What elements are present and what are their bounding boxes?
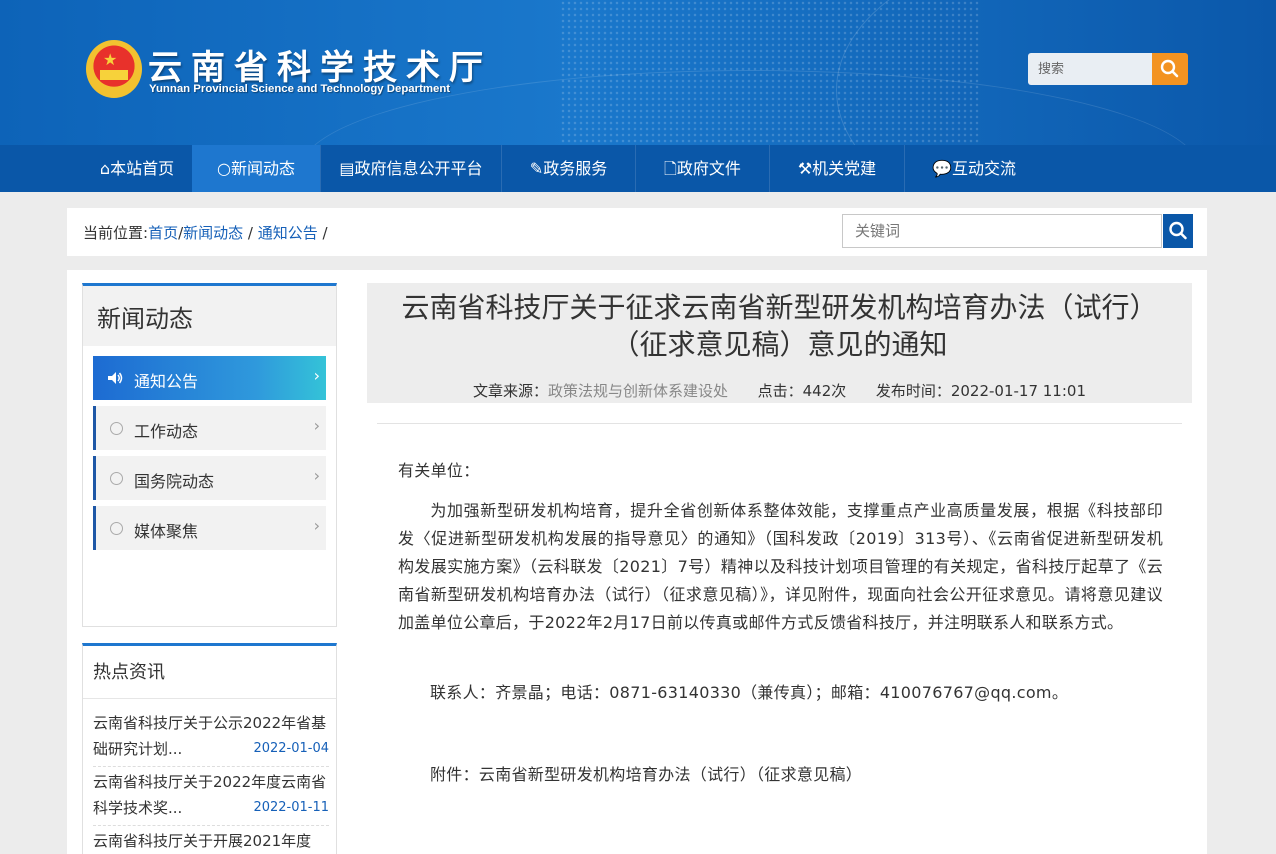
hot-news-item-date: 2022-01-04: [253, 741, 329, 756]
breadcrumb-home-link[interactable]: 首页: [148, 224, 178, 242]
sidebar-item-label: 通知公告: [134, 372, 199, 391]
sidebar-item-label: 媒体聚焦: [134, 522, 199, 541]
file-icon: 🗋: [664, 159, 677, 178]
hot-news-item-title[interactable]: 云南省科技厅关于开展2021年度: [93, 828, 329, 854]
nav-item-home[interactable]: ⌂本站首页: [82, 145, 192, 192]
hammer-icon: ⚒: [797, 159, 813, 178]
sidebar-header: 新闻动态: [83, 286, 336, 346]
header-search: [1028, 53, 1188, 85]
article-source: 政策法规与创新体系建设处: [548, 382, 729, 400]
sidebar-item-work-news[interactable]: 工作动态 ›: [93, 406, 326, 450]
hot-news-title: 热点资讯: [93, 662, 165, 683]
breadcrumb-bar: 当前位置:首页/新闻动态 / 通知公告 /: [67, 208, 1207, 256]
chat-icon: 💬: [932, 159, 952, 178]
article-meta: 文章来源：政策法规与创新体系建设处 点击：442次 发布时间：2022-01-1…: [473, 382, 1086, 400]
sidebar-item-notices[interactable]: 通知公告 ›: [93, 356, 326, 400]
chevron-right-icon: ›: [313, 366, 320, 385]
article-paragraph: 为加强新型研发机构培育，提升全省创新体系整体效能，支撑重点产业高质量发展，根据《…: [398, 501, 1163, 632]
article-clicks: 点击：442次: [757, 382, 847, 400]
main-nav: ⌂本站首页 ○新闻动态 ▤政府信息公开平台 ✎政务服务 🗋政府文件 ⚒机关党建 …: [0, 145, 1276, 192]
sidebar-item-state-council[interactable]: 国务院动态 ›: [93, 456, 326, 500]
circle-icon: [110, 422, 123, 435]
article-header: 云南省科技厅关于征求云南省新型研发机构培育办法（试行）（征求意见稿）意见的通知 …: [367, 283, 1192, 403]
main-panel: 新闻动态 通知公告 › 工作动态 › 国务院动态 › 媒体聚焦 › 热点资讯 云…: [67, 270, 1207, 854]
keyword-search-button[interactable]: [1163, 214, 1193, 248]
circle-icon: [110, 472, 123, 485]
nav-item-info-platform[interactable]: ▤政府信息公开平台: [321, 145, 501, 192]
search-icon: [1160, 59, 1179, 78]
nav-item-gov-files[interactable]: 🗋政府文件: [636, 145, 769, 192]
sidebar-title: 新闻动态: [97, 305, 193, 333]
sidebar-item-label: 国务院动态: [134, 472, 215, 491]
site-title[interactable]: 云南省科学技术厅: [148, 40, 492, 89]
circle-icon: ○: [217, 159, 231, 178]
site-subtitle: Yunnan Provincial Science and Technology…: [149, 83, 451, 95]
header-search-input[interactable]: [1028, 53, 1152, 85]
hot-news-item[interactable]: 云南省科技厅关于开展2021年度: [93, 828, 329, 854]
nav-item-gov-services[interactable]: ✎政务服务: [502, 145, 635, 192]
site-header: ★ 云南省科学技术厅 Yunnan Provincial Science and…: [0, 0, 1276, 145]
divider: [93, 766, 329, 767]
sidebar-item-media[interactable]: 媒体聚焦 ›: [93, 506, 326, 550]
hot-news-item[interactable]: 云南省科技厅关于公示2022年省基础研究计划... 2022-01-04: [93, 710, 329, 762]
divider: [83, 698, 336, 699]
national-emblem-icon: ★: [86, 40, 142, 98]
article-attachment-link[interactable]: 附件：云南省新型研发机构培育办法（试行）（征求意见稿）: [430, 761, 862, 789]
hot-news-box: 热点资讯 云南省科技厅关于公示2022年省基础研究计划... 2022-01-0…: [82, 643, 337, 854]
circle-icon: [110, 522, 123, 535]
article-contact: 联系人：齐景晶；电话：0871-63140330（兼传真）；邮箱：4100767…: [430, 683, 1069, 702]
header-search-button[interactable]: [1152, 53, 1188, 85]
breadcrumb: 当前位置:首页/新闻动态 / 通知公告 /: [83, 224, 328, 242]
hot-news-item-date: 2022-01-11: [253, 800, 329, 815]
sidebar-item-label: 工作动态: [134, 422, 199, 441]
sidebar-nav: 新闻动态 通知公告 › 工作动态 › 国务院动态 › 媒体聚焦 ›: [82, 283, 337, 627]
article-title: 云南省科技厅关于征求云南省新型研发机构培育办法（试行）（征求意见稿）意见的通知: [401, 291, 1158, 361]
monitor-icon: ▤: [339, 159, 355, 178]
article-greeting: 有关单位：: [398, 461, 480, 480]
chevron-right-icon: ›: [313, 466, 320, 485]
nav-item-news[interactable]: ○新闻动态: [192, 145, 320, 192]
divider: [93, 825, 329, 826]
home-icon: ⌂: [99, 159, 111, 178]
speaker-icon: [108, 372, 123, 384]
search-icon: [1169, 221, 1187, 240]
chevron-right-icon: ›: [313, 516, 320, 535]
keyword-search-input[interactable]: [842, 214, 1162, 248]
breadcrumb-current-link[interactable]: 通知公告: [258, 224, 318, 242]
nav-item-party[interactable]: ⚒机关党建: [770, 145, 904, 192]
chevron-right-icon: ›: [313, 416, 320, 435]
edit-icon: ✎: [529, 159, 544, 178]
nav-item-interaction[interactable]: 💬互动交流: [905, 145, 1043, 192]
article-published: 发布时间：2022-01-17 11:01: [875, 382, 1086, 400]
hot-news-item[interactable]: 云南省科技厅关于2022年度云南省科学技术奖... 2022-01-11: [93, 769, 329, 821]
divider: [377, 423, 1182, 424]
breadcrumb-news-link[interactable]: 新闻动态: [183, 224, 243, 242]
